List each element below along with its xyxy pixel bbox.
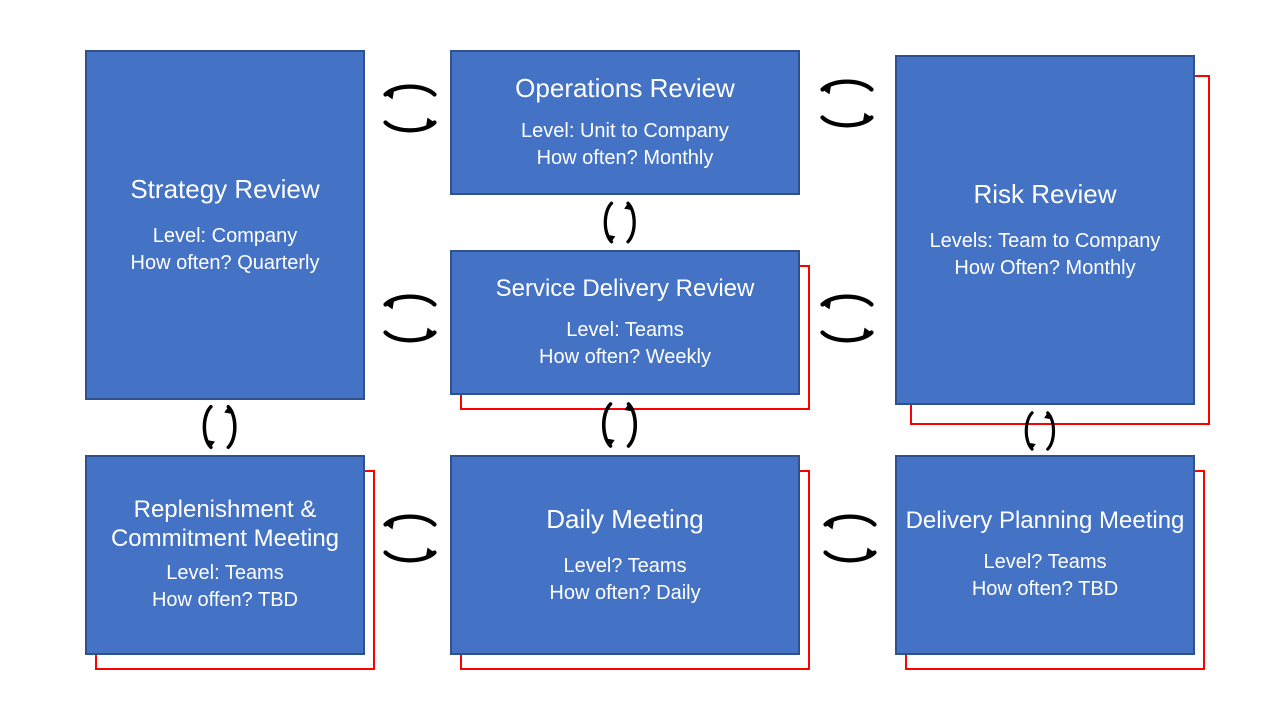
box-delivery-planning-meeting: Delivery Planning Meeting Level? Teams H… [895,455,1195,655]
strategy-level: Level: Company [153,223,298,250]
delivery-level: Level? Teams [983,549,1106,576]
daily-title: Daily Meeting [546,504,704,535]
risk-often: How Often? Monthly [954,255,1135,282]
box-service-delivery-review: Service Delivery Review Level: Teams How… [450,250,800,395]
service-title: Service Delivery Review [496,275,755,303]
cycle-arrows-icon [812,290,882,354]
delivery-often: How often? TBD [972,576,1118,603]
operations-level: Level: Unit to Company [521,118,729,145]
replenish-level: Level: Teams [166,560,283,587]
box-operations-review: Operations Review Level: Unit to Company… [450,50,800,195]
box-risk-review: Risk Review Levels: Team to Company How … [895,55,1195,405]
box-strategy-review: Strategy Review Level: Company How often… [85,50,365,400]
cycle-arrows-icon [375,80,445,144]
cycle-arrows-icon [812,75,882,139]
service-level: Level: Teams [566,317,683,344]
cycle-arrows-icon [375,510,445,574]
risk-level: Levels: Team to Company [930,228,1161,255]
replenish-title: Replenishment & Commitment Meeting [87,496,363,554]
replenish-often: How offen? TBD [152,587,298,614]
cycle-arrows-icon [1015,405,1070,457]
strategy-title: Strategy Review [130,174,319,205]
risk-title: Risk Review [973,179,1116,210]
daily-often: How often? Daily [549,580,700,607]
daily-level: Level? Teams [563,553,686,580]
cycle-arrows-icon [595,195,650,250]
operations-title: Operations Review [515,73,735,104]
cycle-arrows-icon [595,395,650,455]
cycle-arrows-icon [375,290,445,354]
operations-often: How often? Monthly [537,145,714,172]
box-daily-meeting: Daily Meeting Level? Teams How often? Da… [450,455,800,655]
cycle-arrows-icon [815,510,885,574]
delivery-title: Delivery Planning Meeting [906,507,1185,536]
service-often: How often? Weekly [539,344,711,371]
cycle-arrows-icon [195,398,250,456]
strategy-often: How often? Quarterly [131,250,320,277]
box-replenishment-commitment-meeting: Replenishment & Commitment Meeting Level… [85,455,365,655]
